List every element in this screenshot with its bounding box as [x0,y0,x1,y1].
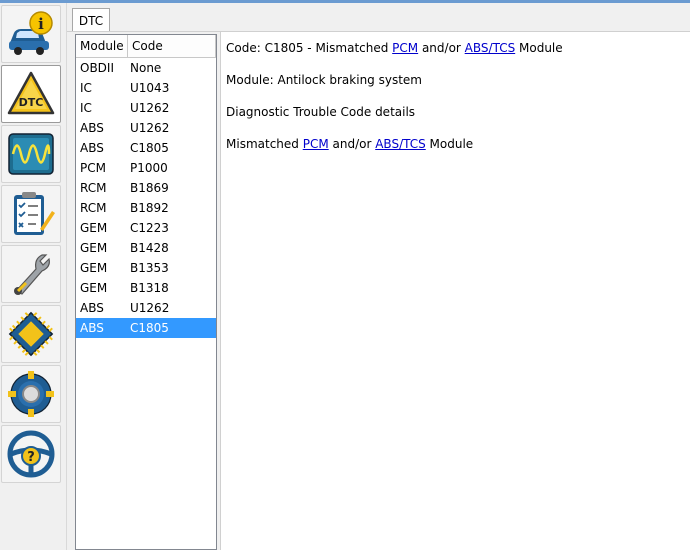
list-item[interactable]: RCM B1892 [76,198,216,218]
list-item-code: B1892 [130,201,169,215]
list-item-code: C1805 [130,141,169,155]
svg-text:DTC: DTC [19,96,44,109]
list-item-module: GEM [80,221,108,235]
tab-dtc[interactable]: DTC [72,8,110,32]
column-header-module[interactable]: Module [76,35,128,57]
pcm-link-2[interactable]: PCM [303,137,329,151]
chip-icon [8,311,54,357]
wrench-icon [14,254,50,295]
list-item-module: OBDII [80,61,114,75]
tool-module[interactable] [1,305,61,363]
list-item[interactable]: OBDII None [76,58,216,78]
tool-help[interactable]: ? [1,425,61,483]
list-item-module: GEM [80,261,108,275]
list-item-code: B1428 [130,241,169,255]
list-item[interactable]: ABS U1262 [76,298,216,318]
dtc-warning-icon: DTC [7,71,55,115]
tool-service[interactable] [1,245,61,303]
list-item[interactable]: RCM B1869 [76,178,216,198]
list-item-module: ABS [80,121,104,135]
abs-tcs-link-2[interactable]: ABS/TCS [375,137,426,151]
svg-text:?: ? [27,450,35,465]
list-item-module: RCM [80,201,107,215]
list-item-code: U1262 [130,301,170,315]
module-suffix-text-2: Module [425,137,474,151]
list-item-code: P1000 [130,161,168,175]
dtc-detail-panel: Code: C1805 - Mismatched PCM and/or ABS/… [220,32,690,550]
list-item-module: ABS [80,321,104,335]
list-item[interactable]: IC U1262 [76,98,216,118]
list-item-module: RCM [80,181,107,195]
list-item-code: B1318 [130,281,169,295]
list-item-code: U1262 [130,121,170,135]
list-item[interactable]: ABS U1262 [76,118,216,138]
tool-settings[interactable] [1,365,61,423]
list-item-code: B1869 [130,181,169,195]
tool-vehicle-info[interactable]: i [1,5,61,63]
abs-tcs-link[interactable]: ABS/TCS [465,41,516,55]
list-item-code: U1262 [130,101,170,115]
column-header-code[interactable]: Code [128,35,216,57]
svg-text:i: i [38,15,44,33]
oscilloscope-icon [8,133,54,175]
list-rows: OBDII None IC U1043 IC U1262 ABS U1262 ABS C1805 P… [76,58,216,338]
list-item-module: ABS [80,141,104,155]
car-info-icon: i [9,11,53,55]
dtc-list[interactable]: Module Code OBDII None IC U1043 IC U1262 ABS U1… [75,34,217,550]
and-or-text-2: and/or [328,137,376,151]
detail-description-line: Mismatched PCM and/or ABS/TCS Module [226,137,473,151]
list-item[interactable]: PCM P1000 [76,158,216,178]
steering-wheel-help-icon: ? [7,430,55,478]
list-item[interactable]: GEM C1223 [76,218,216,238]
list-item-code: U1043 [130,81,170,95]
list-item[interactable]: GEM B1353 [76,258,216,278]
list-item[interactable]: ABS C1805 [76,138,216,158]
detail-module-line: Module: Antilock braking system [226,73,422,87]
left-toolbar: i DTC ? [0,3,63,550]
tool-oscilloscope[interactable] [1,125,61,183]
tool-checklist[interactable] [1,185,61,243]
and-or-text: and/or [418,41,465,55]
tab-label: DTC [78,13,104,28]
desc-prefix-text: Mismatched [226,137,303,151]
list-item-module: GEM [80,241,108,255]
detail-heading: Diagnostic Trouble Code details [226,105,416,119]
list-item[interactable]: GEM B1428 [76,238,216,258]
checklist-icon [14,192,55,235]
list-item-code: None [130,61,162,75]
list-item-code: B1353 [130,261,169,275]
module-suffix-text: Module [515,41,563,55]
detail-code-line: Code: C1805 - Mismatched PCM and/or ABS/… [226,41,563,55]
list-item-module: IC [80,101,92,115]
list-item-module: PCM [80,161,106,175]
list-item-module: GEM [80,281,108,295]
gear-icon [8,371,54,417]
pcm-link[interactable]: PCM [392,41,418,55]
list-header: Module Code [76,35,216,58]
list-item-module: ABS [80,301,104,315]
list-item[interactable]: ABS C1805 [76,318,216,338]
tool-dtc[interactable]: DTC [1,65,61,123]
list-item-code: C1805 [130,321,169,335]
list-item[interactable]: IC U1043 [76,78,216,98]
list-item-module: IC [80,81,92,95]
content-frame: DTC Module Code OBDII None IC U1043 IC U1262 A… [66,3,690,550]
list-item[interactable]: GEM B1318 [76,278,216,298]
code-prefix-text: Code: C1805 - Mismatched [226,41,393,55]
list-item-code: C1223 [130,221,169,235]
